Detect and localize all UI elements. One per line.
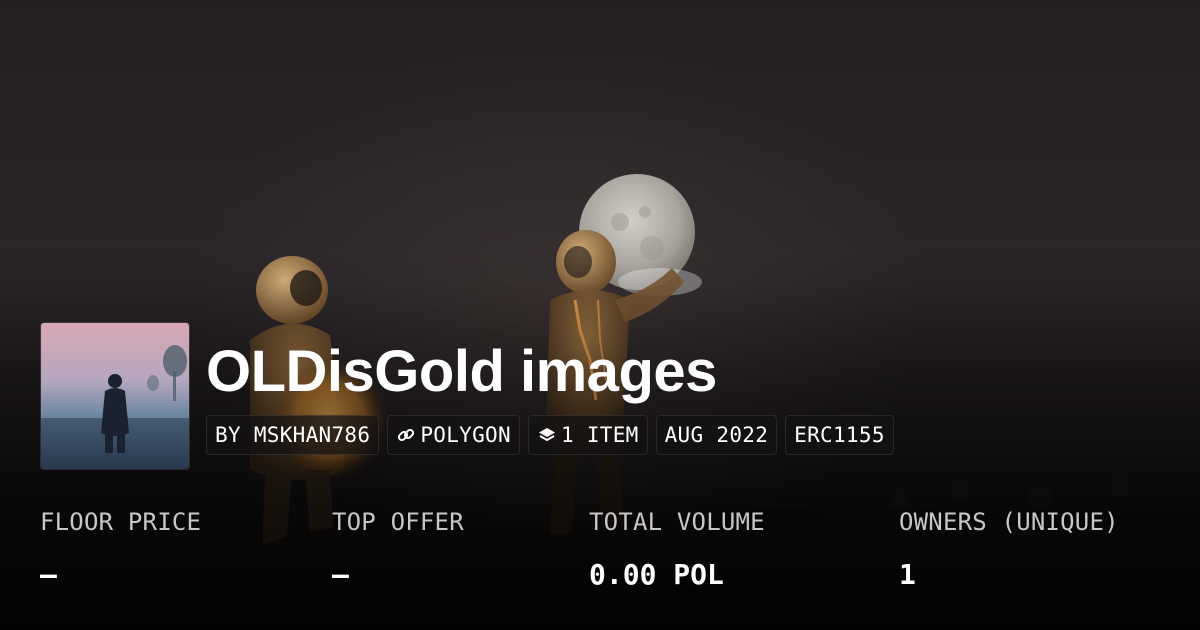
owners-value: 1 [899,558,916,591]
token-standard-label: ERC1155 [794,423,885,447]
created-date-label: AUG 2022 [664,423,769,447]
items-chip-label: 1 ITEM [560,423,639,447]
creator-chip[interactable]: BY MSKHAN786 [206,415,380,455]
collection-thumbnail [40,322,190,470]
stat-owners: OWNERS (UNIQUE) 1 [899,505,1119,593]
collection-meta-chips: BY MSKHAN786 POLYGON 1 ITEM AUG 2022 ERC… [206,415,894,455]
collection-title: OLDisGold images [206,339,717,404]
top-offer-value: – [332,558,349,591]
owners-label: OWNERS (UNIQUE) [899,508,1119,536]
stat-total-volume: TOTAL VOLUME 0.00 POL [589,505,765,593]
token-standard-chip: ERC1155 [785,415,894,455]
total-volume-value: 0.00 POL [589,558,724,591]
items-chip[interactable]: 1 ITEM [527,415,648,455]
layers-icon [537,425,557,445]
floor-price-label: FLOOR PRICE [40,508,202,536]
created-date-chip: AUG 2022 [655,415,778,455]
link-icon [396,425,416,445]
top-offer-label: TOP OFFER [332,508,464,536]
stat-floor-price: FLOOR PRICE – [40,505,201,593]
floor-price-value: – [40,558,57,591]
collection-share-card: OLDisGold images BY MSKHAN786 POLYGON 1 … [0,0,1200,630]
chain-chip-label: POLYGON [420,423,511,447]
total-volume-label: TOTAL VOLUME [589,508,765,536]
chain-chip[interactable]: POLYGON [387,415,520,455]
creator-chip-label: BY MSKHAN786 [215,423,371,447]
stat-top-offer: TOP OFFER – [332,505,464,593]
